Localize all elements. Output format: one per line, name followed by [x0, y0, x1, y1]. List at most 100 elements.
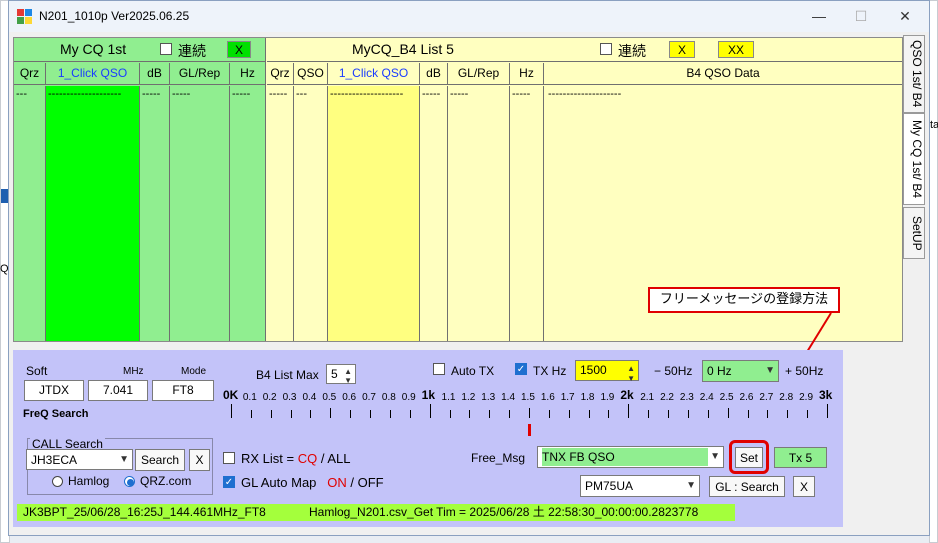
close-button[interactable]: ✕ — [885, 5, 925, 27]
b4-cell-qso[interactable]: --- — [294, 86, 328, 341]
gl-search-button[interactable]: GL : Search — [709, 476, 785, 497]
scale-tick-label: 1k — [421, 388, 436, 402]
mycq-x-button[interactable]: X — [227, 41, 251, 58]
qrz-radio[interactable] — [124, 476, 135, 487]
scale-tick-label: 1.9 — [600, 392, 615, 403]
tab-setup[interactable]: SetUP — [903, 207, 925, 259]
offset-select[interactable]: 0 Hz ▼ — [702, 360, 779, 382]
b4-col-qsodata[interactable]: B4 QSO Data — [544, 63, 902, 85]
gl-auto-map-checkbox[interactable]: ✓ — [223, 476, 235, 488]
control-panel: Soft MHz Mode JTDX 7.041 FT8 FreQ Search… — [13, 350, 843, 527]
minimize-button[interactable]: — — [799, 5, 839, 27]
minus-50hz-button[interactable]: − 50Hz — [654, 364, 692, 378]
soft-field[interactable]: JTDX — [24, 380, 84, 401]
mycq-cell-glrep[interactable]: ----- — [170, 86, 230, 341]
b4-col-glrep[interactable]: GL/Rep — [448, 63, 510, 85]
b4-list-max-spinner[interactable]: 5 ▲ ▼ — [326, 364, 356, 385]
tx-frequency-marker[interactable] — [528, 424, 531, 436]
scale-tick — [807, 410, 809, 418]
call-search-clear-button[interactable]: X — [189, 449, 210, 471]
scale-tick — [588, 410, 590, 418]
free-msg-combo[interactable]: TNX FB QSO ▼ — [537, 446, 724, 468]
plus-50hz-button[interactable]: + 50Hz — [785, 364, 823, 378]
chevron-down-icon: ▼ — [765, 365, 775, 376]
mycq-renzoku-checkbox[interactable] — [160, 43, 172, 55]
offset-select-value: 0 Hz — [707, 364, 732, 378]
scale-tick — [250, 410, 252, 418]
gl-auto-map-off[interactable]: OFF — [358, 475, 384, 490]
mycq-col-qrz[interactable]: Qrz — [14, 63, 46, 85]
scale-tick-label: 2.7 — [759, 392, 774, 403]
mycq-cell-qrz[interactable]: --- — [14, 86, 46, 341]
tx5-button[interactable]: Tx 5 — [774, 447, 827, 468]
b4-list-max-label: B4 List Max — [256, 368, 319, 382]
scale-tick — [350, 410, 352, 418]
spin-down-icon[interactable]: ▼ — [627, 369, 635, 388]
scale-tick — [668, 410, 670, 418]
b4-col-1click[interactable]: 1_Click QSO — [328, 63, 420, 85]
tab-mycq-1st-b4[interactable]: My CQ 1st/ B4 — [903, 113, 925, 205]
mycq-cell-db[interactable]: ----- — [140, 86, 170, 341]
scale-tick-label: 2.4 — [699, 392, 714, 403]
gl-auto-map-slash: / — [350, 475, 354, 490]
scale-tick-label: 1.1 — [441, 392, 456, 403]
call-search-combo[interactable]: JH3ECA ▼ — [26, 449, 133, 470]
gl-clear-button[interactable]: X — [793, 476, 815, 497]
mycq-col-1click[interactable]: 1_Click QSO — [46, 63, 140, 85]
rx-list-cq[interactable]: CQ — [298, 451, 318, 466]
mycq-cell-hz[interactable]: ----- — [230, 86, 266, 341]
status-right: Hamlog_N201.csv_Get Tim = 2025/06/28 土 2… — [295, 504, 735, 521]
scale-tick-label: 3k — [819, 388, 833, 402]
b4-cell-glrep[interactable]: ----- — [448, 86, 510, 341]
scale-tick-label: 2.3 — [679, 392, 694, 403]
auto-tx-checkbox[interactable] — [433, 363, 445, 375]
b4-cell-db[interactable]: ----- — [420, 86, 448, 341]
mycq-col-hz[interactable]: Hz — [230, 63, 266, 85]
b4-cell-1click[interactable]: -------------------- — [328, 86, 420, 341]
mycq-col-glrep[interactable]: GL/Rep — [170, 63, 230, 85]
mycq-col-db[interactable]: dB — [140, 63, 170, 85]
b4-cell-qrz[interactable]: ----- — [267, 86, 294, 341]
b4-col-hz[interactable]: Hz — [510, 63, 544, 85]
b4-cell-hz[interactable]: ----- — [510, 86, 544, 341]
title-bar[interactable]: N201_1010p Ver2025.06.25 — ☐ ✕ — [9, 1, 929, 32]
mhz-label: MHz — [123, 366, 144, 377]
frequency-scale[interactable]: 0K 0.1 0.2 0.3 0.4 0.5 0.6 0.7 0.8 0.9 1k 1.1 1.2 1.3… — [223, 388, 833, 440]
scale-tick-label: 2.2 — [660, 392, 674, 403]
gl-auto-map-on[interactable]: ON — [327, 475, 347, 490]
mycq-header: My CQ 1st 連続 X — [14, 38, 266, 62]
maximize-button[interactable]: ☐ — [841, 5, 881, 27]
tab-qso-1st-b4[interactable]: QSO 1st/ B4 — [903, 35, 925, 113]
rx-list-all[interactable]: ALL — [327, 451, 350, 466]
mhz-field[interactable]: 7.041 — [88, 380, 148, 401]
tx-hz-value: 1500 — [580, 363, 607, 377]
grid-locator-select[interactable]: PM75UA ▼ — [580, 475, 700, 497]
rx-list-checkbox[interactable] — [223, 452, 235, 464]
mode-field[interactable]: FT8 — [152, 380, 214, 401]
call-search-button[interactable]: Search — [135, 449, 185, 471]
scale-tick — [370, 410, 372, 418]
mycq-pane: My CQ 1st 連続 X Qrz 1_Click QSO dB GL/Rep… — [14, 38, 266, 341]
b4-renzoku-checkbox[interactable] — [600, 43, 612, 55]
b4-xx-button[interactable]: XX — [718, 41, 754, 58]
rx-list-prefix: RX List = — [241, 451, 295, 466]
free-msg-set-button[interactable]: Set — [735, 447, 763, 468]
b4-col-db[interactable]: dB — [420, 63, 448, 85]
free-msg-value[interactable]: TNX FB QSO — [542, 448, 708, 466]
chevron-down-icon: ▼ — [686, 480, 696, 491]
b4-col-qrz[interactable]: Qrz — [267, 63, 294, 85]
call-search-group: CALL Search JH3ECA ▼ Search X Hamlog QRZ… — [26, 437, 213, 495]
call-search-value: JH3ECA — [31, 453, 78, 467]
scale-tick-label: 2.1 — [640, 392, 655, 403]
scale-tick — [469, 410, 471, 418]
scale-tick — [787, 410, 789, 418]
hamlog-radio[interactable] — [52, 476, 63, 487]
tx-hz-spinner[interactable]: 1500 ▲ ▼ — [575, 360, 639, 383]
scale-tick — [648, 410, 650, 418]
mycq-cell-1click[interactable]: -------------------- — [46, 86, 140, 341]
tx-hz-checkbox[interactable]: ✓ — [515, 363, 527, 375]
b4-x-button[interactable]: X — [669, 41, 695, 58]
scale-tick-label: 1.8 — [580, 392, 595, 403]
free-msg-label: Free_Msg — [471, 451, 526, 465]
b4-col-qso[interactable]: QSO — [294, 63, 328, 85]
